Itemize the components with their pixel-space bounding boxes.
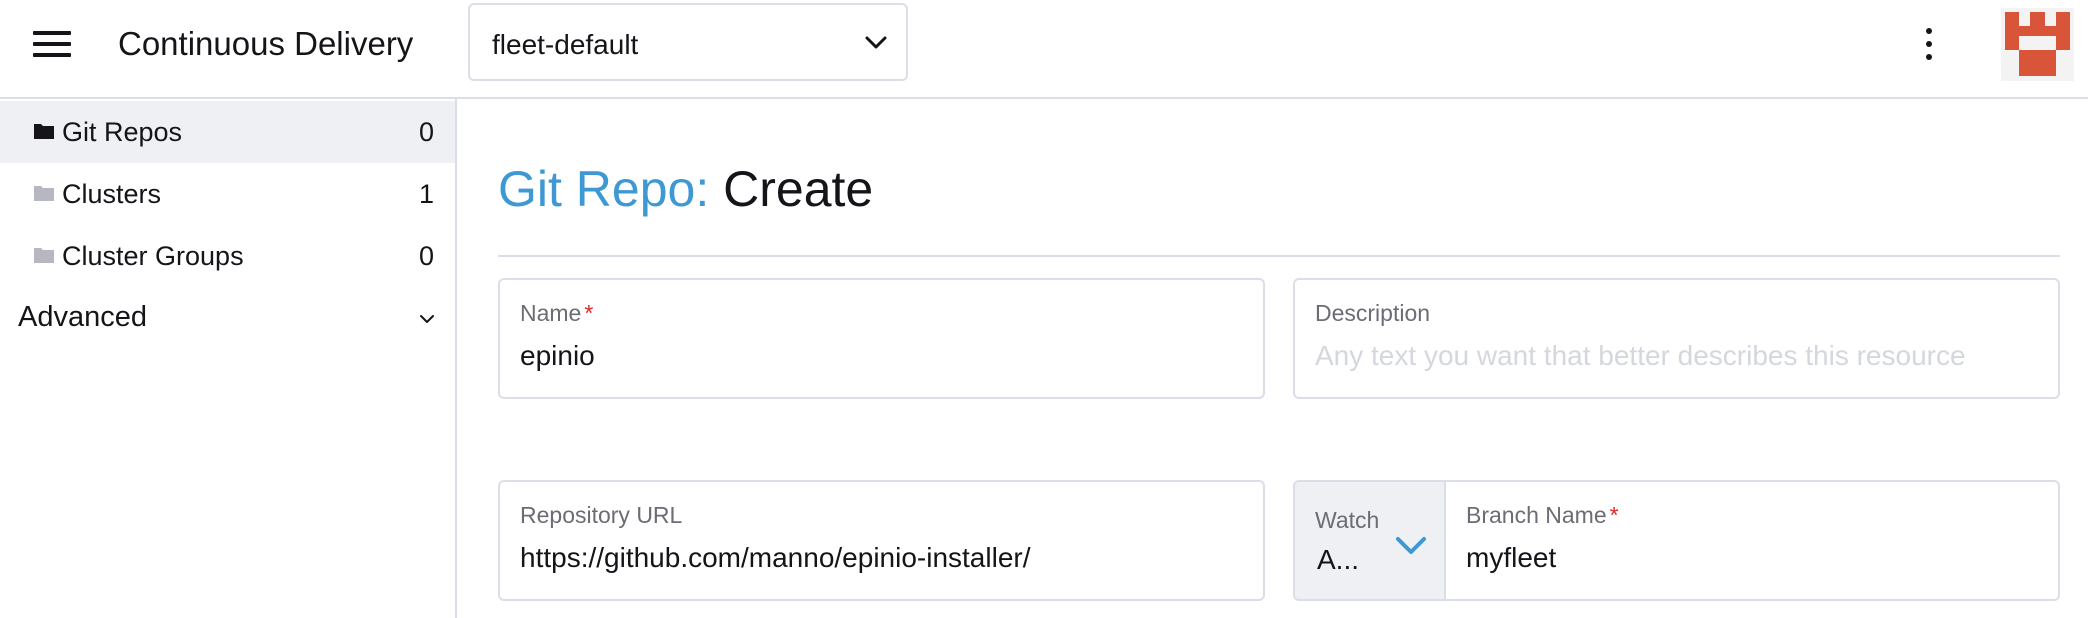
hamburger-menu-icon[interactable]	[33, 30, 71, 58]
description-field[interactable]: Description Any text you want that bette…	[1293, 278, 2060, 399]
chevron-down-icon	[1396, 537, 1426, 554]
sidebar-item-cluster-groups[interactable]: Cluster Groups 0	[0, 225, 455, 287]
watch-select-label: Watch	[1315, 507, 1380, 533]
sidebar: Git Repos 0 Clusters 1 Cluster Groups 0 …	[0, 99, 457, 618]
branch-name-field[interactable]: Branch Name * myfleet	[1446, 482, 2058, 599]
kebab-menu-icon[interactable]	[1917, 26, 1941, 62]
description-input[interactable]: Any text you want that better describes …	[1315, 340, 1966, 372]
name-field-label: Name *	[520, 300, 594, 326]
workspace-select[interactable]: fleet-default	[468, 3, 908, 81]
required-mark: *	[584, 300, 594, 326]
sidebar-item-count: 0	[418, 117, 434, 147]
folder-icon	[34, 248, 54, 263]
sidebar-group-label: Advanced	[18, 301, 147, 333]
description-field-label: Description	[1315, 300, 1431, 326]
user-avatar[interactable]	[2001, 8, 2074, 81]
sidebar-item-label: Git Repos	[62, 117, 183, 147]
page-title: Git Repo: Create	[498, 160, 873, 218]
sidebar-item-count: 0	[418, 241, 434, 271]
sidebar-item-label: Clusters	[62, 179, 162, 209]
branch-name-input[interactable]: myfleet	[1466, 542, 1556, 574]
watch-select[interactable]: Watch A...	[1295, 482, 1446, 599]
chevron-down-icon	[865, 36, 887, 49]
watch-select-value: A...	[1317, 544, 1360, 575]
branch-combo-field: Watch A... Branch Name * myfleet	[1293, 480, 2060, 601]
page-action-label: Create	[723, 161, 874, 217]
branch-name-label: Branch Name *	[1466, 502, 1619, 528]
sidebar-group-advanced[interactable]: Advanced	[0, 295, 455, 343]
sidebar-item-count: 1	[418, 179, 434, 209]
name-input[interactable]: epinio	[520, 340, 595, 372]
folder-icon	[34, 186, 54, 201]
sidebar-item-label: Cluster Groups	[62, 241, 244, 271]
repository-url-field[interactable]: Repository URL https://github.com/manno/…	[498, 480, 1265, 601]
top-header: Continuous Delivery fleet-default	[0, 0, 2088, 99]
sidebar-item-clusters[interactable]: Clusters 1	[0, 163, 455, 225]
name-field[interactable]: Name * epinio	[498, 278, 1265, 399]
sidebar-item-git-repos[interactable]: Git Repos 0	[0, 101, 455, 163]
title-divider	[498, 255, 2060, 257]
workspace-select-value: fleet-default	[492, 29, 639, 60]
repository-url-label: Repository URL	[520, 502, 683, 528]
breadcrumb-git-repo[interactable]: Git Repo:	[498, 161, 709, 217]
required-mark: *	[1609, 502, 1619, 528]
avatar-pattern-icon	[2001, 8, 2074, 81]
repository-url-input[interactable]: https://github.com/manno/epinio-installe…	[520, 542, 1031, 574]
chevron-down-icon	[420, 315, 434, 323]
app-title: Continuous Delivery	[118, 25, 414, 62]
folder-icon	[34, 124, 54, 139]
